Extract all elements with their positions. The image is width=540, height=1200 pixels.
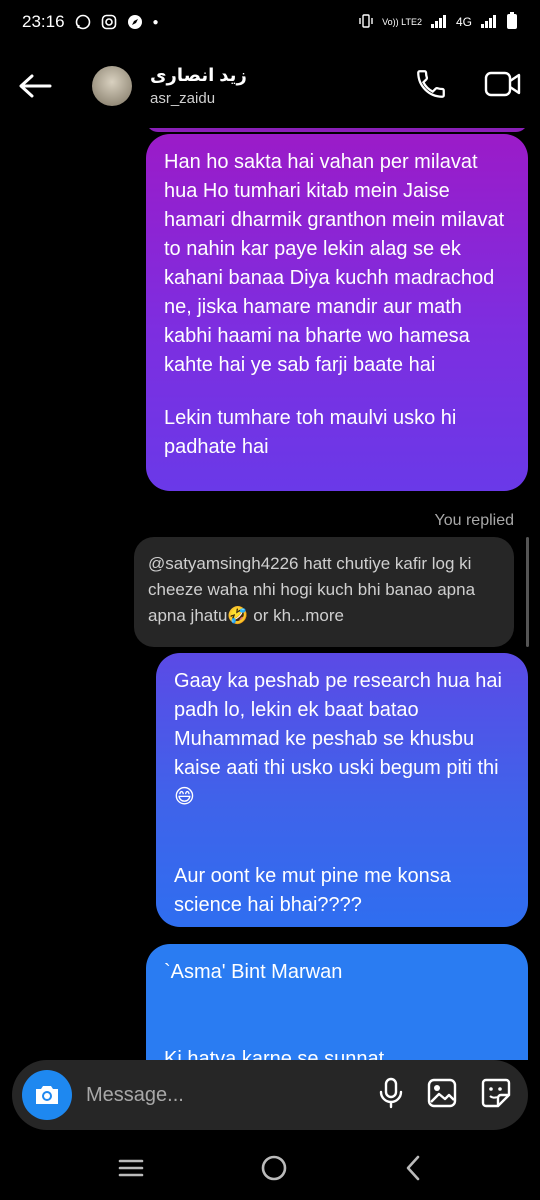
- replied-label: You replied: [434, 512, 514, 529]
- gallery-icon[interactable]: [426, 1077, 458, 1114]
- carrier-label: Vo)) LTE2: [382, 16, 422, 27]
- message-text: Han ho sakta hai vahan per milavat hua H…: [164, 151, 505, 376]
- system-nav-bar: [0, 1140, 540, 1200]
- chat-header: زید انصاری asr_zaidu: [0, 44, 540, 128]
- avatar[interactable]: [92, 66, 132, 106]
- message-text: `Asma' Bint Marwan: [164, 961, 343, 983]
- sent-message-bubble[interactable]: `Asma' Bint Marwan Ki hatya karne se sun…: [146, 944, 528, 1060]
- reply-indicator-line: [526, 537, 529, 647]
- whatsapp-icon: [75, 14, 91, 30]
- phone-call-icon[interactable]: [414, 67, 448, 106]
- network-label: 4G: [455, 15, 472, 29]
- back-arrow-icon[interactable]: [18, 66, 58, 106]
- microphone-icon[interactable]: [378, 1077, 404, 1114]
- sticker-icon[interactable]: [480, 1077, 512, 1114]
- vibrate-icon: [358, 13, 374, 32]
- instagram-icon: [101, 14, 117, 30]
- message-input[interactable]: Message...: [86, 1084, 378, 1107]
- reply-quote[interactable]: @satyamsingh4226 hatt chutiye kafir log …: [134, 537, 514, 647]
- notification-dot-icon: ●: [152, 16, 159, 28]
- back-icon[interactable]: [403, 1154, 423, 1187]
- message-composer: Message...: [12, 1060, 528, 1130]
- recent-apps-icon[interactable]: [117, 1157, 145, 1184]
- chat-title[interactable]: زید انصاری asr_zaidu: [150, 65, 247, 107]
- camera-button[interactable]: [22, 1070, 72, 1120]
- status-time: 23:16: [22, 12, 65, 31]
- message-text: Aur oont ke mut pine me konsa science ha…: [174, 865, 451, 916]
- signal-icon-2: [480, 14, 498, 31]
- contact-name: زید انصاری: [150, 65, 247, 85]
- video-call-icon[interactable]: [484, 69, 522, 104]
- previous-message-bubble: [146, 128, 528, 132]
- message-text: Gaay ka peshab pe research hua hai padh …: [174, 670, 502, 808]
- camera-icon: [36, 1086, 58, 1104]
- message-thread: Han ho sakta hai vahan per milavat hua H…: [0, 128, 540, 1060]
- status-bar: 23:16 ● Vo)) LTE2 4G: [0, 0, 540, 44]
- sent-message-bubble[interactable]: Gaay ka peshab pe research hua hai padh …: [156, 653, 528, 927]
- compass-icon: [127, 14, 143, 30]
- message-text: Lekin tumhare toh maulvi usko hi padhate…: [164, 407, 457, 458]
- battery-icon: [506, 11, 518, 33]
- message-text: Ki hatya karne se sunnat: [164, 1048, 385, 1060]
- home-icon[interactable]: [260, 1154, 288, 1187]
- signal-icon: [430, 14, 448, 31]
- contact-handle: asr_zaidu: [150, 90, 216, 107]
- sent-message-bubble[interactable]: Han ho sakta hai vahan per milavat hua H…: [146, 134, 528, 491]
